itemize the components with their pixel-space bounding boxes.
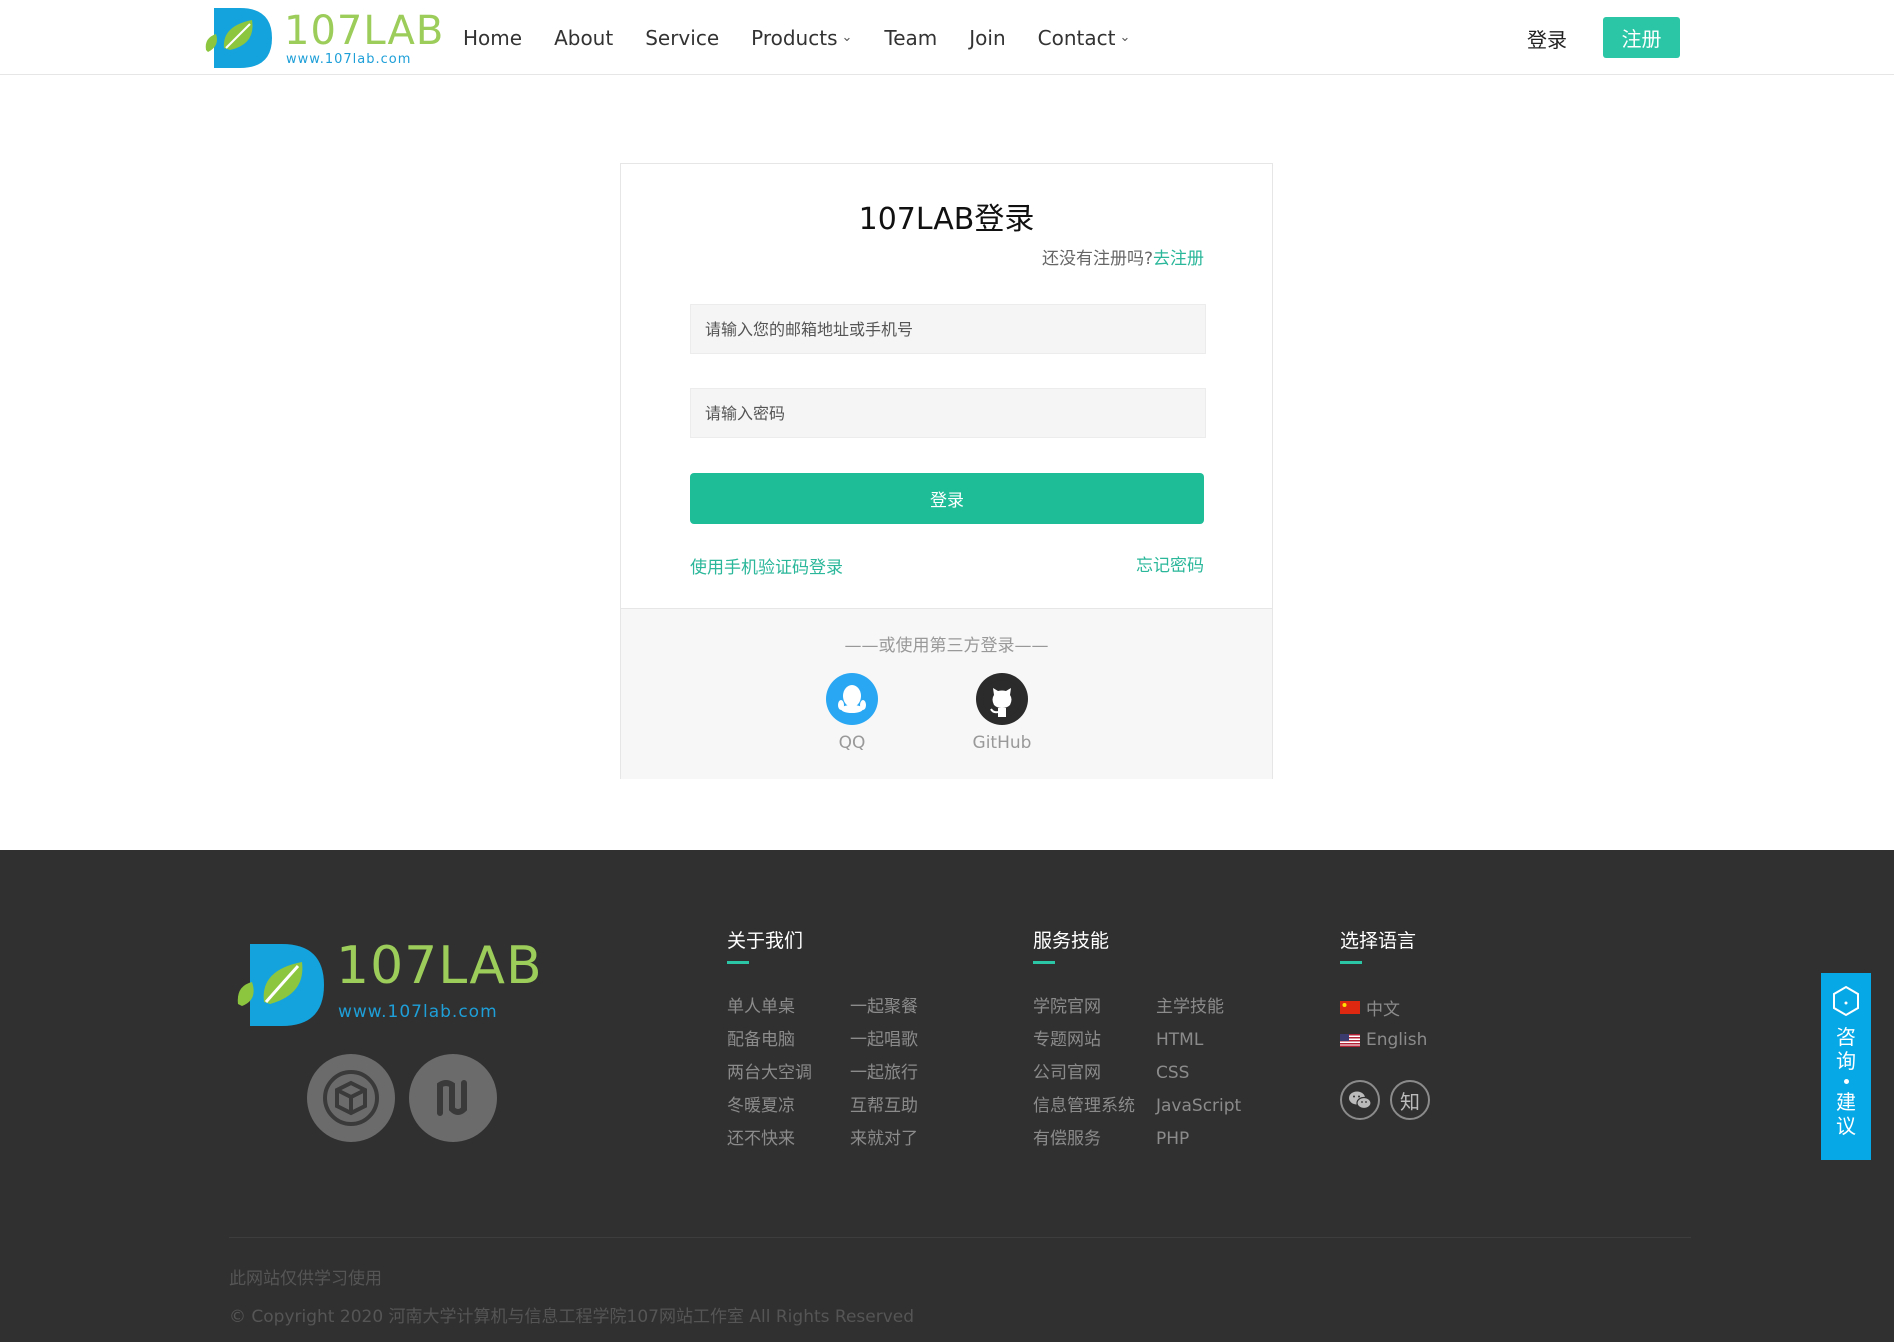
footer-link[interactable]: 单人单桌 [727,996,850,1018]
footer-services-title: 服务技能 [1033,926,1109,964]
footer-logo-url: www.107lab.com [338,1002,498,1022]
header-register-button[interactable]: 注册 [1603,17,1680,58]
login-submit-button[interactable]: 登录 [690,473,1204,524]
footer-about-title: 关于我们 [727,926,803,964]
footer-language-column: 选择语言 中文 English 知 [1340,926,1430,1120]
hexagon-icon [1833,985,1859,1017]
consult-suggest-button[interactable]: 咨 询 建 议 [1821,973,1871,1160]
consult-char: 议 [1836,1114,1856,1138]
footer-link[interactable]: 来就对了 [850,1128,973,1150]
china-flag-icon [1340,1000,1360,1014]
consult-char: 建 [1836,1090,1856,1114]
nj-logo-icon[interactable] [409,1054,497,1142]
footer-services-column: 服务技能 学院官网 主学技能 专题网站 HTML 公司官网 CSS 信息管理系统… [1033,926,1241,1149]
footer-link[interactable]: 一起唱歌 [850,1029,973,1051]
footer-link[interactable]: PHP [1156,1128,1279,1150]
footer-link[interactable]: 主学技能 [1156,996,1279,1018]
footer-link[interactable]: 信息管理系统 [1033,1095,1156,1117]
github-login-button[interactable]: GitHub [962,673,1042,753]
footer-logo[interactable]: 107LAB www.107lab.com [232,930,542,1040]
language-label: 中文 [1366,999,1400,1020]
nav-label: Home [463,25,523,50]
sms-login-link[interactable]: 使用手机验证码登录 [690,553,843,578]
github-icon [976,673,1028,725]
zhihu-icon[interactable]: 知 [1390,1080,1430,1120]
site-footer: 107LAB www.107lab.com 关于我们 单人单桌 一起聚餐 配备电… [0,850,1894,1342]
nav-label: Products [751,25,838,50]
nav-contact[interactable]: Contact ⌄ [1038,26,1131,50]
language-option-en[interactable]: English [1340,1029,1427,1051]
github-label: GitHub [972,733,1032,753]
signup-prompt: 还没有注册吗? [1041,249,1153,269]
nav-team[interactable]: Team [884,26,937,50]
box-logo-icon[interactable] [307,1054,395,1142]
qq-login-button[interactable]: QQ [812,673,892,753]
login-card: 107LAB登录 还没有注册吗?去注册 登录 使用手机验证码登录 忘记密码 ——… [620,163,1273,779]
signup-link[interactable]: 去注册 [1153,249,1204,269]
social-links: 知 [1340,1080,1440,1120]
footer-link[interactable]: 公司官网 [1033,1062,1156,1084]
footer-link[interactable]: 还不快来 [727,1128,850,1150]
third-party-title: ——或使用第三方登录—— [844,636,1049,656]
chevron-down-icon: ⌄ [841,30,853,45]
footer-link[interactable]: 一起旅行 [850,1062,973,1084]
footer-link[interactable]: 一起聚餐 [850,996,973,1018]
logo-url: www.107lab.com [286,52,412,67]
footer-link[interactable]: HTML [1156,1029,1279,1051]
footer-link[interactable]: 配备电脑 [727,1029,850,1051]
footer-link[interactable]: JavaScript [1156,1095,1279,1117]
nav-label: About [554,25,614,50]
qq-icon [826,673,878,725]
password-field[interactable] [690,388,1206,438]
consult-char: 咨 [1836,1025,1856,1049]
login-title: 107LAB登录 [858,202,1035,237]
footer-link[interactable]: 有偿服务 [1033,1128,1156,1150]
footer-logo-text: 107LAB [336,936,543,996]
site-logo[interactable]: 107LAB www.107lab.com [200,4,443,70]
nav-label: Team [884,25,938,50]
footer-link[interactable]: 冬暖夏凉 [727,1095,850,1117]
logo-text: 107LAB [284,8,445,54]
footer-link[interactable]: CSS [1156,1062,1279,1084]
language-list: 中文 English [1340,996,1427,1062]
footer-copyright: © Copyright 2020 河南大学计算机与信息工程学院107网站工作室 … [229,1307,915,1327]
language-label: English [1366,1030,1428,1050]
consult-char: 询 [1836,1049,1856,1073]
qq-label: QQ [838,733,866,753]
email-field[interactable] [690,304,1206,354]
footer-language-title: 选择语言 [1340,926,1416,964]
nav-products[interactable]: Products ⌄ [751,26,852,50]
header-login-link[interactable]: 登录 [1527,24,1567,53]
forgot-password-link[interactable]: 忘记密码 [1136,551,1204,576]
logo-mark-icon [237,944,324,1026]
footer-link[interactable]: 学院官网 [1033,996,1156,1018]
nav-join[interactable]: Join [969,26,1005,50]
footer-link[interactable]: 两台大空调 [727,1062,850,1084]
nav-label: Join [969,25,1006,50]
nav-label: Contact [1037,25,1116,50]
footer-link[interactable]: 专题网站 [1033,1029,1156,1051]
nav-about[interactable]: About [554,26,613,50]
footer-about-links: 单人单桌 一起聚餐 配备电脑 一起唱歌 两台大空调 一起旅行 冬暖夏凉 互帮互助… [727,996,973,1150]
third-party-login: ——或使用第三方登录—— QQ GitHub [621,608,1272,779]
wechat-icon[interactable] [1340,1080,1380,1120]
nav-service[interactable]: Service [645,26,719,50]
us-flag-icon [1340,1033,1360,1047]
footer-divider [229,1237,1691,1238]
signup-hint: 还没有注册吗?去注册 [1042,244,1204,269]
nav-label: Service [645,25,720,50]
separator-dot [1843,1079,1849,1084]
chevron-down-icon: ⌄ [1119,30,1131,45]
footer-services-links: 学院官网 主学技能 专题网站 HTML 公司官网 CSS 信息管理系统 Java… [1033,996,1279,1150]
main-nav: Home About Service Products ⌄ Team Join C… [463,0,1162,75]
zhihu-glyph: 知 [1400,1089,1420,1114]
top-header: 107LAB www.107lab.com Home About Service… [0,0,1894,75]
footer-note: 此网站仅供学习使用 [229,1269,382,1289]
nav-home[interactable]: Home [463,26,522,50]
footer-link[interactable]: 互帮互助 [850,1095,973,1117]
footer-about-column: 关于我们 单人单桌 一起聚餐 配备电脑 一起唱歌 两台大空调 一起旅行 冬暖夏凉… [727,926,918,1149]
logo-mark-icon [205,8,272,68]
language-option-zh[interactable]: 中文 [1340,996,1427,1020]
